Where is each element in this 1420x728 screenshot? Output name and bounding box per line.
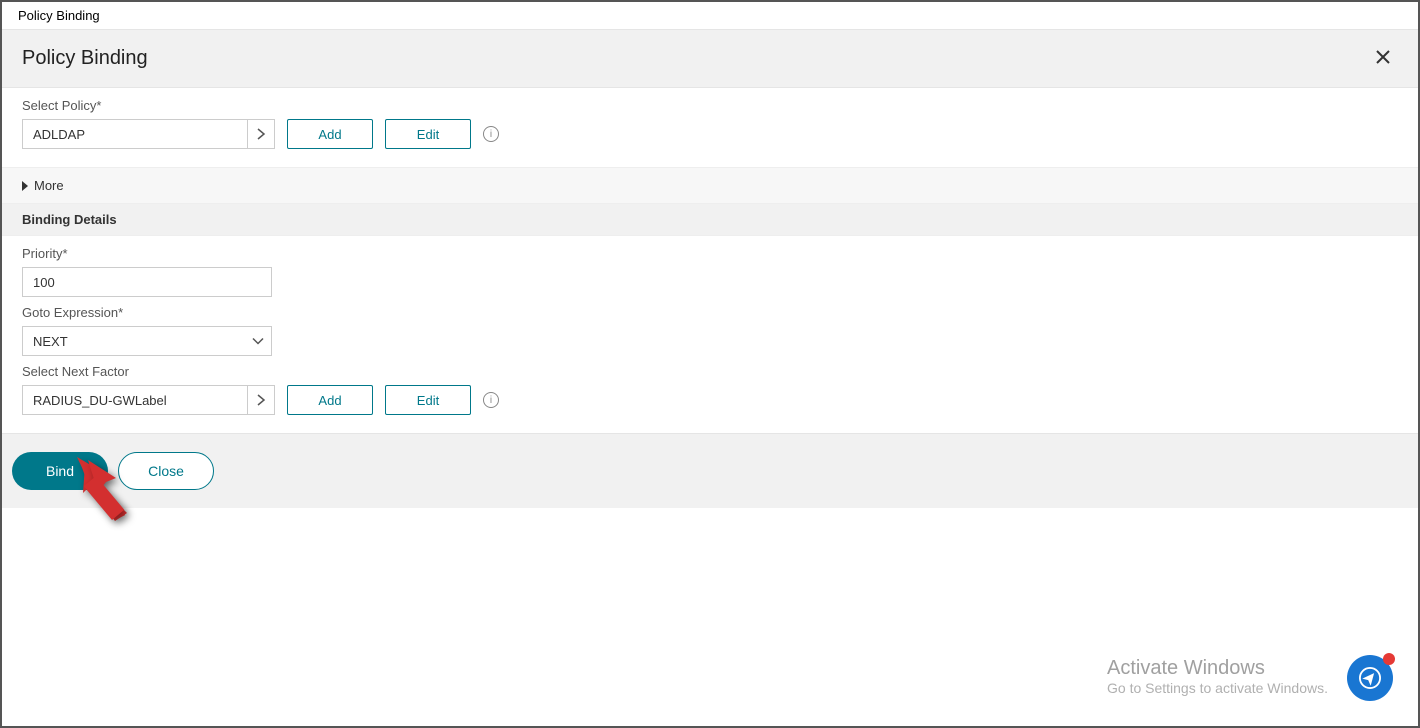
- more-label: More: [34, 178, 64, 193]
- notification-dot-icon: [1383, 653, 1395, 665]
- info-icon[interactable]: i: [483, 126, 499, 142]
- watermark: Activate Windows Go to Settings to activ…: [1107, 657, 1328, 696]
- triangle-right-icon: [22, 181, 28, 191]
- panel-header: Policy Binding: [2, 30, 1418, 88]
- next-factor-open-button[interactable]: [247, 385, 275, 415]
- policy-edit-button[interactable]: Edit: [385, 119, 471, 149]
- goto-expression-label: Goto Expression*: [22, 305, 1398, 320]
- next-factor-label: Select Next Factor: [22, 364, 1398, 379]
- more-toggle[interactable]: More: [2, 167, 1418, 204]
- next-factor-add-button[interactable]: Add: [287, 385, 373, 415]
- policy-add-button[interactable]: Add: [287, 119, 373, 149]
- select-policy-input[interactable]: [22, 119, 247, 149]
- form-body: Select Policy* Add Edit i More Binding D…: [2, 88, 1418, 508]
- goto-expression-select[interactable]: [22, 326, 272, 356]
- breadcrumb: Policy Binding: [2, 2, 1418, 30]
- page-title: Policy Binding: [22, 47, 148, 70]
- select-policy-label: Select Policy*: [22, 98, 1398, 113]
- navigation-icon: [1359, 667, 1381, 689]
- info-icon[interactable]: i: [483, 392, 499, 408]
- next-factor-picker: [22, 385, 275, 415]
- select-policy-open-button[interactable]: [247, 119, 275, 149]
- close-icon: [1376, 50, 1390, 64]
- help-fab[interactable]: [1347, 655, 1393, 701]
- watermark-sub: Go to Settings to activate Windows.: [1107, 680, 1328, 696]
- select-policy-section: Select Policy* Add Edit i: [2, 88, 1418, 167]
- binding-details-heading: Binding Details: [2, 204, 1418, 236]
- binding-details-section: Priority* Goto Expression* Select Next F…: [2, 236, 1418, 433]
- next-factor-edit-button[interactable]: Edit: [385, 385, 471, 415]
- close-button[interactable]: [1368, 44, 1398, 73]
- select-policy-picker: [22, 119, 275, 149]
- priority-input[interactable]: [22, 267, 272, 297]
- annotation-arrow-icon: [80, 452, 150, 532]
- chevron-right-icon: [256, 393, 266, 407]
- chevron-right-icon: [256, 127, 266, 141]
- priority-label: Priority*: [22, 246, 1398, 261]
- watermark-title: Activate Windows: [1107, 657, 1328, 680]
- next-factor-input[interactable]: [22, 385, 247, 415]
- footer: Bind Close: [2, 433, 1418, 508]
